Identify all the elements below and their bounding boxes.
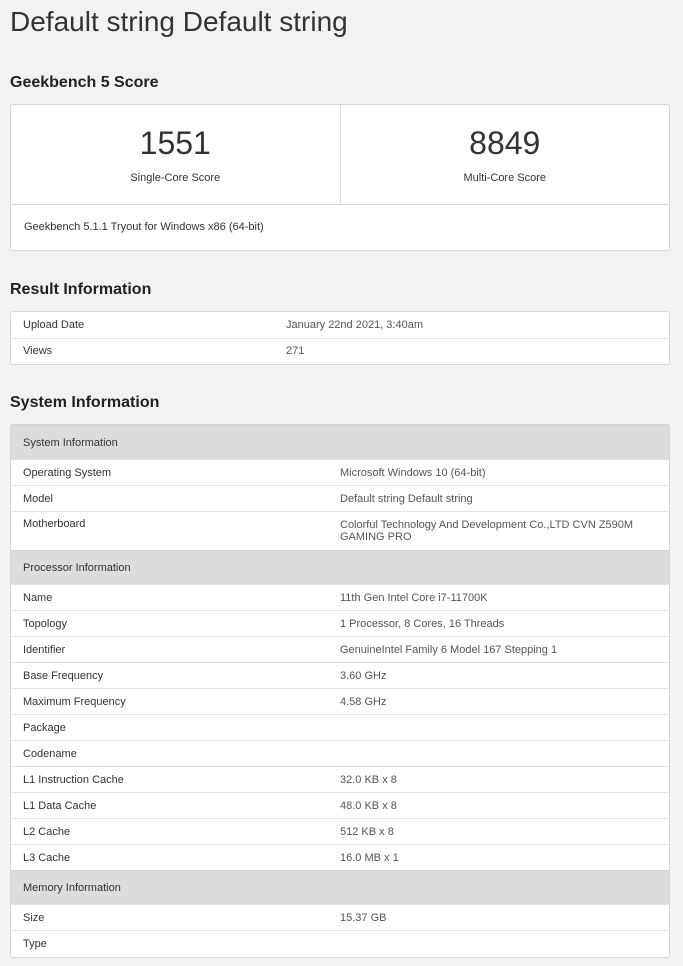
table-row: Name 11th Gen Intel Core i7-11700K bbox=[11, 584, 669, 611]
row-key: L1 Instruction Cache bbox=[11, 766, 340, 793]
row-key: Type bbox=[11, 930, 340, 957]
row-key: Name bbox=[11, 584, 340, 611]
table-row: Identifier GenuineIntel Family 6 Model 16… bbox=[11, 636, 669, 663]
row-key: Identifier bbox=[11, 636, 340, 663]
table-row: L2 Cache 512 KB x 8 bbox=[11, 818, 669, 845]
row-value: 32.0 KB x 8 bbox=[340, 766, 669, 793]
single-core-label: Single-Core Score bbox=[130, 172, 221, 184]
row-key: Size bbox=[11, 904, 340, 931]
score-row: 1551 Single-Core Score 8849 Multi-Core S… bbox=[11, 105, 669, 205]
row-key: Motherboard bbox=[11, 511, 340, 551]
table-row: Size 15.37 GB bbox=[11, 904, 669, 931]
row-value: 48.0 KB x 8 bbox=[340, 792, 669, 819]
row-value: GenuineIntel Family 6 Model 167 Stepping… bbox=[340, 636, 669, 663]
row-value bbox=[340, 714, 669, 741]
row-value bbox=[340, 930, 669, 957]
score-section-heading: Geekbench 5 Score bbox=[10, 74, 159, 91]
system-info-table: System Information Operating System Micros… bbox=[11, 425, 669, 957]
table-row: Motherboard Colorful Technology And Devel… bbox=[11, 511, 669, 551]
multi-core-label: Multi-Core Score bbox=[463, 172, 547, 184]
table-row: Type bbox=[11, 930, 669, 957]
single-core-cell: 1551 Single-Core Score bbox=[11, 105, 340, 204]
system-section-heading: System Information bbox=[10, 394, 160, 411]
score-card: 1551 Single-Core Score 8849 Multi-Core S… bbox=[10, 104, 670, 251]
table-row: L1 Instruction Cache 32.0 KB x 8 bbox=[11, 766, 669, 793]
group-header-row: Memory Information bbox=[11, 870, 669, 905]
group-header-row: System Information bbox=[11, 425, 669, 460]
table-row: Topology 1 Processor, 8 Cores, 16 Threads bbox=[11, 610, 669, 637]
row-value: 4.58 GHz bbox=[340, 688, 669, 715]
row-key: L1 Data Cache bbox=[11, 792, 340, 819]
row-value: 11th Gen Intel Core i7-11700K bbox=[340, 584, 669, 611]
row-value: 512 KB x 8 bbox=[340, 818, 669, 845]
row-key: L3 Cache bbox=[11, 844, 340, 871]
table-row: Upload Date January 22nd 2021, 3:40am bbox=[11, 312, 669, 338]
multi-core-score: 8849 bbox=[469, 125, 541, 161]
row-value: Default string Default string bbox=[340, 485, 669, 512]
group-title: Processor Information bbox=[11, 550, 669, 585]
result-section-heading: Result Information bbox=[10, 281, 152, 298]
result-info-card: Upload Date January 22nd 2021, 3:40am View… bbox=[10, 311, 670, 365]
group-title: Memory Information bbox=[11, 870, 669, 905]
row-key: L2 Cache bbox=[11, 818, 340, 845]
row-key: Package bbox=[11, 714, 340, 741]
row-key: Model bbox=[11, 485, 340, 512]
group-title: System Information bbox=[11, 425, 669, 460]
table-row: Base Frequency 3.60 GHz bbox=[11, 662, 669, 689]
row-key: Base Frequency bbox=[11, 662, 340, 689]
table-row: Operating System Microsoft Windows 10 (64… bbox=[11, 459, 669, 486]
row-key: Maximum Frequency bbox=[11, 688, 340, 715]
multi-core-cell: 8849 Multi-Core Score bbox=[339, 105, 670, 204]
row-value: Colorful Technology And Development Co.,… bbox=[340, 511, 669, 551]
row-value: 16.0 MB x 1 bbox=[340, 844, 669, 871]
single-core-score: 1551 bbox=[139, 125, 211, 161]
row-value: 15.37 GB bbox=[340, 904, 669, 931]
result-info-table: Upload Date January 22nd 2021, 3:40am View… bbox=[11, 312, 669, 364]
table-row: L1 Data Cache 48.0 KB x 8 bbox=[11, 792, 669, 819]
row-key: Views bbox=[11, 337, 286, 364]
row-value: 271 bbox=[286, 337, 669, 364]
row-value bbox=[340, 740, 669, 767]
page-title: Default string Default string bbox=[10, 6, 348, 37]
row-key: Upload Date bbox=[23, 318, 85, 331]
table-row: Maximum Frequency 4.58 GHz bbox=[11, 688, 669, 715]
row-key: Codename bbox=[11, 740, 340, 767]
row-key: Operating System bbox=[11, 459, 340, 486]
table-row: Package bbox=[11, 714, 669, 741]
system-info-card: System Information Operating System Micros… bbox=[10, 424, 670, 958]
row-value: 1 Processor, 8 Cores, 16 Threads bbox=[340, 610, 669, 637]
group-header-row: Processor Information bbox=[11, 550, 669, 585]
row-value: 3.60 GHz bbox=[340, 662, 669, 689]
geekbench-version: Geekbench 5.1.1 Tryout for Windows x86 (… bbox=[24, 221, 264, 233]
table-row: Codename bbox=[11, 740, 669, 767]
table-row: Model Default string Default string bbox=[11, 485, 669, 512]
row-value: January 22nd 2021, 3:40am bbox=[286, 318, 423, 331]
table-row: L3 Cache 16.0 MB x 1 bbox=[11, 844, 669, 871]
row-key: Topology bbox=[11, 610, 340, 637]
table-row: Views 271 bbox=[11, 337, 669, 364]
row-value: Microsoft Windows 10 (64-bit) bbox=[340, 459, 669, 486]
